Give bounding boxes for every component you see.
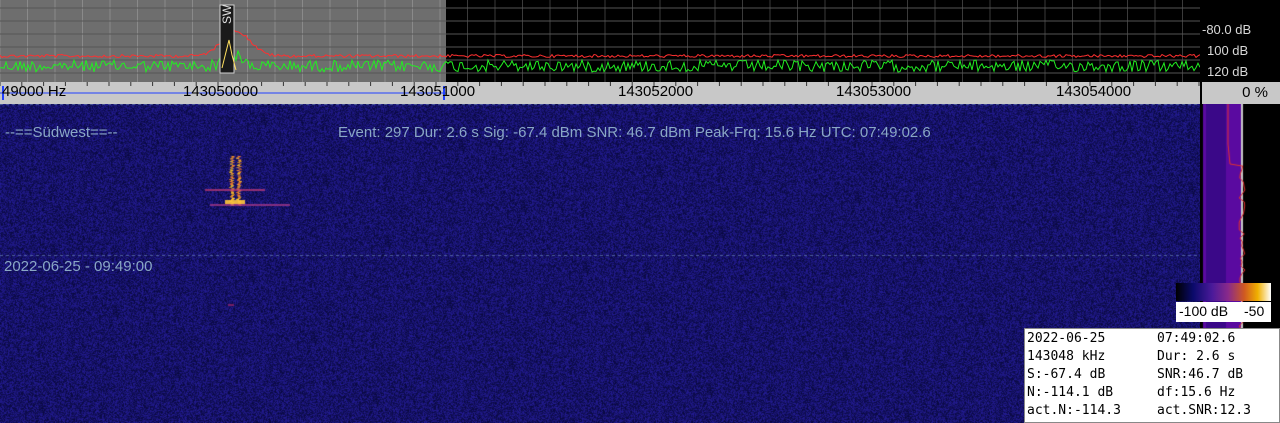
db-label-100: 100 dB	[1207, 43, 1249, 58]
info-row: 2022-06-25 07:49:02.6	[1027, 331, 1277, 348]
signal-marker[interactable]: SW	[219, 4, 237, 74]
freq-label-143054000: 143054000	[1056, 83, 1132, 100]
info-duration: Dur: 2.6 s	[1157, 349, 1236, 364]
frequency-ticks	[0, 82, 1200, 100]
station-name: --==Südwest==--	[5, 124, 118, 141]
freq-label-143052000: 143052000	[618, 83, 694, 100]
event-info: Event: 297 Dur: 2.6 s Sig: -67.4 dBm SNR…	[338, 124, 931, 141]
info-row: act.N:-114.3 act.SNR:12.3	[1027, 403, 1277, 420]
colorbar-max-label: -50	[1244, 303, 1265, 319]
percent-value: 0 %	[1242, 84, 1268, 101]
info-frequency: 143048 kHz	[1027, 349, 1106, 364]
freq-label-143053000: 143053000	[836, 83, 912, 100]
info-row: S:-67.4 dB SNR:46.7 dB	[1027, 367, 1277, 384]
info-date: 2022-06-25	[1027, 331, 1106, 346]
frequency-axis[interactable]: 49000 Hz 143050000 143051000 143052000 1…	[0, 82, 1200, 104]
db-label-120: 120 dB	[1207, 64, 1249, 79]
freq-label-start: 49000 Hz	[2, 83, 67, 100]
event-info-box: 2022-06-25 07:49:02.6 143048 kHz Dur: 2.…	[1024, 328, 1280, 423]
info-row: N:-114.1 dB df:15.6 Hz	[1027, 385, 1277, 402]
info-noise: N:-114.1 dB	[1027, 385, 1114, 400]
waterfall-display[interactable]	[0, 104, 1200, 423]
info-signal: S:-67.4 dB	[1027, 367, 1106, 382]
info-df: df:15.6 Hz	[1157, 385, 1236, 400]
db-label-80: -80.0 dB	[1202, 22, 1252, 37]
colorbar: -100 dB -50	[1176, 283, 1271, 323]
info-actual-snr: act.SNR:12.3	[1157, 403, 1251, 418]
waterfall-timestamp: 2022-06-25 - 09:49:00	[4, 258, 153, 275]
colorbar-labels: -100 dB -50	[1176, 302, 1271, 322]
info-time: 07:49:02.6	[1157, 331, 1236, 346]
signal-marker-label: SW	[220, 4, 234, 24]
info-row: 143048 kHz Dur: 2.6 s	[1027, 349, 1277, 366]
meteor-scatter-display: SW -80.0 dB 100 dB 120 dB 49000 Hz 14305…	[0, 0, 1280, 423]
colorbar-min-label: -100 dB	[1179, 303, 1229, 319]
info-actual-noise: act.N:-114.3	[1027, 403, 1121, 418]
freq-label-143050000: 143050000	[183, 83, 259, 100]
db-axis: -80.0 dB 100 dB 120 dB	[1200, 0, 1280, 82]
percent-indicator: 0 %	[1202, 82, 1280, 104]
spectrum-plot: SW	[0, 0, 1200, 82]
colorbar-gradient	[1176, 283, 1271, 301]
info-snr: SNR:46.7 dB	[1157, 367, 1244, 382]
freq-label-143051000: 143051000	[400, 83, 476, 100]
